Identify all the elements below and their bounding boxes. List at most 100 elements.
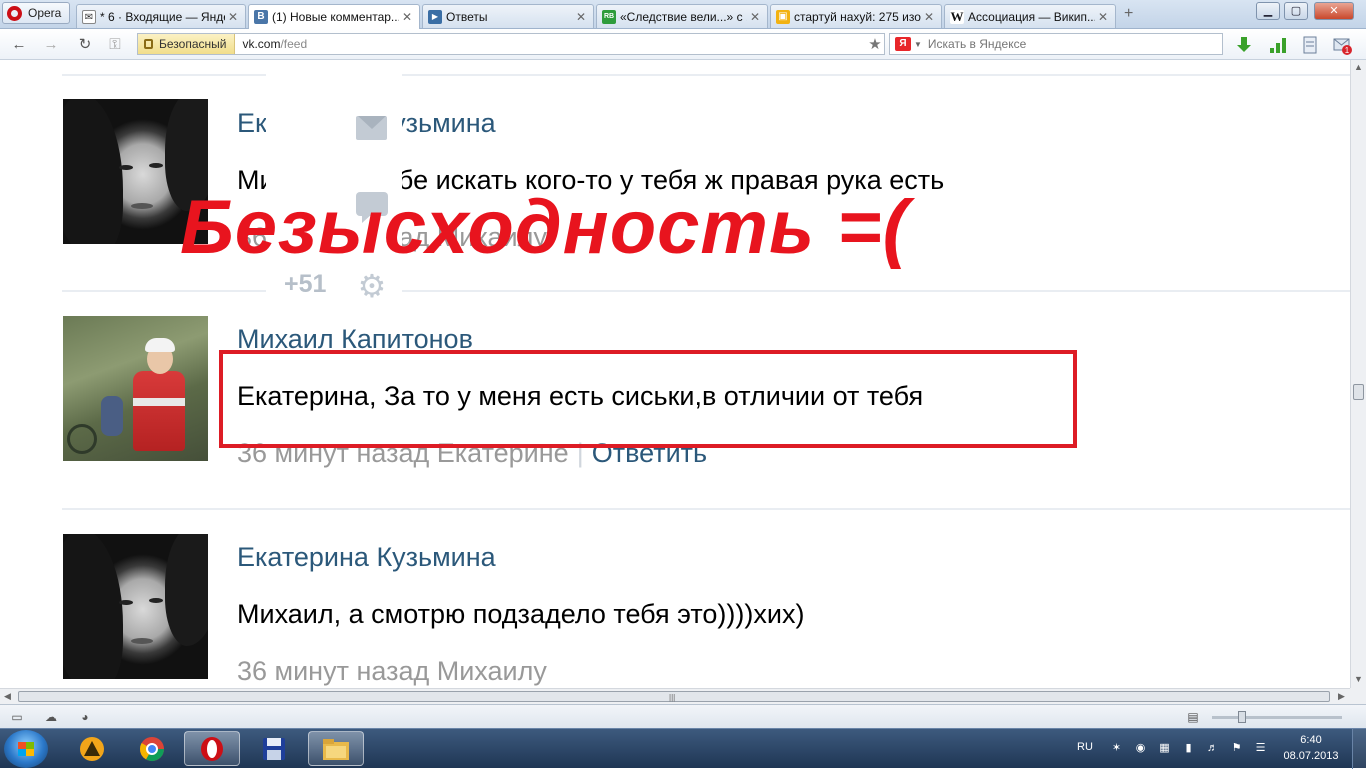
url-host: vk.com bbox=[242, 37, 281, 51]
wikipedia-favicon-icon: W bbox=[950, 8, 964, 24]
security-label: Безопасный bbox=[159, 37, 227, 51]
scroll-up-icon[interactable]: ▲ bbox=[1354, 62, 1363, 72]
volume-icon[interactable]: ♬ bbox=[1206, 742, 1219, 755]
battery-icon[interactable]: ▮ bbox=[1182, 742, 1195, 755]
answers-favicon-icon: ▶ bbox=[428, 9, 442, 24]
taskbar-app-chrome[interactable] bbox=[124, 731, 180, 766]
show-desktop-button[interactable] bbox=[1352, 729, 1366, 769]
opera-menu-button[interactable]: Opera bbox=[2, 2, 70, 24]
start-button[interactable] bbox=[4, 730, 48, 768]
security-badge[interactable]: Безопасный bbox=[138, 34, 236, 54]
tab-close-icon[interactable]: ✕ bbox=[228, 10, 240, 24]
comment-author-name[interactable]: Екатерина Кузьмина bbox=[237, 542, 496, 573]
action-center-flag-icon[interactable]: ⚑ bbox=[1230, 742, 1243, 755]
tab-close-icon[interactable]: ✕ bbox=[924, 10, 936, 24]
address-field[interactable]: Безопасный vk.com/feed ★ bbox=[137, 33, 885, 55]
browser-tab-bar: Opera ✉ * 6 · Входящие — Янде... ✕ B (1)… bbox=[0, 0, 1366, 29]
avatar[interactable] bbox=[63, 316, 208, 461]
antivirus-icon[interactable]: ◉ bbox=[1134, 742, 1147, 755]
download-arrow-icon[interactable] bbox=[1234, 35, 1254, 55]
search-field[interactable]: Я ▼ bbox=[889, 33, 1223, 55]
clock-time[interactable]: 6:40 bbox=[1286, 734, 1336, 746]
comment-meta: 36 минут назад Михаилу bbox=[237, 656, 547, 687]
forward-button[interactable]: → bbox=[42, 36, 60, 54]
browser-status-bar: ▭ ☁ ◕ ▤ bbox=[0, 704, 1366, 728]
tab-startup[interactable]: ▣ стартуй нахуй: 275 изо... ✕ bbox=[770, 4, 942, 28]
horizontal-scroll-thumb[interactable]: ||| bbox=[18, 691, 1330, 702]
notes-icon[interactable] bbox=[1300, 35, 1320, 55]
vertical-scroll-thumb[interactable] bbox=[1353, 384, 1364, 400]
divider bbox=[62, 74, 1350, 76]
lock-icon bbox=[144, 39, 153, 49]
tray-language[interactable]: RU bbox=[1077, 741, 1093, 753]
vk-favicon-icon: B bbox=[254, 10, 268, 24]
mail-favicon-icon: ✉ bbox=[82, 9, 96, 24]
key-icon[interactable]: ⚿ bbox=[106, 36, 124, 54]
aimp-icon bbox=[80, 736, 104, 761]
yandex-icon[interactable]: Я bbox=[895, 37, 911, 51]
signal-bars-icon[interactable] bbox=[1268, 35, 1288, 55]
startup-favicon-icon: ▣ bbox=[776, 9, 790, 24]
maximize-button[interactable]: ▢ bbox=[1284, 2, 1308, 20]
tab-close-icon[interactable]: ✕ bbox=[750, 10, 762, 24]
network-adapter-icon[interactable]: ▦ bbox=[1158, 742, 1171, 755]
opera-icon bbox=[201, 736, 223, 761]
bookmark-star-icon[interactable]: ★ bbox=[866, 35, 884, 53]
floppy-disk-icon bbox=[263, 737, 285, 760]
speed-dial-icon[interactable]: ◕ bbox=[78, 710, 92, 724]
minimize-button[interactable]: ▁ bbox=[1256, 2, 1280, 20]
tab-close-icon[interactable]: ✕ bbox=[1098, 10, 1110, 24]
tab-title: стартуй нахуй: 275 изо... bbox=[794, 9, 921, 24]
avatar[interactable] bbox=[63, 534, 208, 679]
taskbar-app-opera[interactable] bbox=[184, 731, 240, 766]
tab-answers[interactable]: ▶ Ответы ✕ bbox=[422, 4, 594, 28]
opera-menu-label: Opera bbox=[28, 6, 62, 20]
scroll-corner bbox=[1350, 688, 1366, 704]
taskbar-app-aimp[interactable] bbox=[64, 731, 120, 766]
page-content: Екатерина Кузьмина Михаил, а тебе искать… bbox=[0, 60, 1350, 688]
cloud-icon[interactable]: ☁ bbox=[44, 710, 58, 724]
comment-time[interactable]: 36 минут назад Михаилу bbox=[237, 656, 547, 686]
divider bbox=[62, 508, 1350, 510]
tab-title: Ответы bbox=[446, 9, 488, 24]
tab-title: «Следствие вели...» с ... bbox=[620, 9, 747, 24]
horizontal-scrollbar[interactable]: ◀ ||| ▶ bbox=[0, 688, 1350, 704]
scroll-down-icon[interactable]: ▼ bbox=[1354, 674, 1363, 684]
vertical-scrollbar[interactable]: ▲ ▼ bbox=[1350, 60, 1366, 688]
tab-close-icon[interactable]: ✕ bbox=[402, 10, 414, 24]
search-input[interactable] bbox=[927, 37, 1222, 51]
scroll-left-icon[interactable]: ◀ bbox=[4, 691, 11, 702]
mail-notify-icon[interactable]: 1 bbox=[1332, 35, 1352, 55]
tab-wikipedia[interactable]: W Ассоциация — Викип... ✕ bbox=[944, 4, 1116, 28]
network-icon[interactable]: ☰ bbox=[1254, 742, 1267, 755]
zoom-slider-track[interactable] bbox=[1212, 716, 1342, 719]
new-tab-button[interactable]: + bbox=[1124, 6, 1140, 22]
tab-close-icon[interactable]: ✕ bbox=[576, 10, 588, 24]
notification-counter[interactable]: +51 bbox=[284, 270, 326, 299]
taskbar-app-save[interactable] bbox=[246, 731, 302, 766]
zoom-slider-knob[interactable] bbox=[1238, 711, 1246, 723]
tab-rb[interactable]: RB «Следствие вели...» с ... ✕ bbox=[596, 4, 768, 28]
taskbar-app-explorer[interactable] bbox=[308, 731, 364, 766]
scroll-right-icon[interactable]: ▶ bbox=[1338, 691, 1345, 702]
chrome-icon bbox=[140, 736, 164, 761]
divider bbox=[62, 290, 1350, 292]
folder-icon bbox=[323, 738, 349, 760]
clock-date[interactable]: 08.07.2013 bbox=[1280, 750, 1342, 762]
tab-vk-comments[interactable]: B (1) Новые комментар... ✕ bbox=[248, 4, 420, 29]
chevron-down-icon[interactable]: ▼ bbox=[914, 40, 922, 49]
tab-mail[interactable]: ✉ * 6 · Входящие — Янде... ✕ bbox=[76, 4, 246, 28]
panel-toggle-icon[interactable]: ▭ bbox=[10, 710, 24, 724]
back-button[interactable]: ← bbox=[10, 36, 28, 54]
opera-logo-icon bbox=[7, 5, 22, 21]
close-window-button[interactable]: ✕ bbox=[1314, 2, 1354, 20]
reload-icon[interactable]: ↻ bbox=[76, 36, 94, 54]
address-toolbar: ← → ↻ ⚿ Безопасный vk.com/feed ★ Я ▼ 1 bbox=[0, 29, 1366, 60]
bluetooth-icon[interactable]: ✶ bbox=[1110, 742, 1123, 755]
url-text[interactable]: vk.com/feed bbox=[235, 37, 866, 51]
mail-icon[interactable] bbox=[356, 116, 387, 140]
download-badge-count: 1 bbox=[1345, 46, 1350, 55]
gear-icon[interactable]: ⚙ bbox=[356, 270, 388, 302]
view-icon[interactable]: ▤ bbox=[1186, 710, 1200, 724]
url-path: /feed bbox=[280, 37, 308, 51]
